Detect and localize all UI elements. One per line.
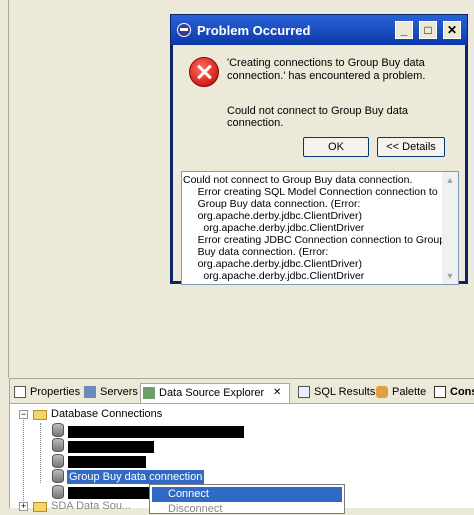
tab-servers[interactable]: Servers [84,383,138,403]
database-icon [52,469,64,483]
redacted-connection[interactable] [68,456,146,468]
scroll-up-icon[interactable]: ▲ [442,172,458,188]
eclipse-icon [177,23,191,37]
console-icon [434,386,446,398]
details-textarea[interactable]: Could not connect to Group Buy data conn… [181,171,459,285]
folder-icon [33,502,47,512]
tab-label: SQL Results [314,386,376,398]
redacted-connection[interactable] [68,441,154,453]
database-icon [52,438,64,452]
tab-palette[interactable]: Palette [376,383,430,403]
dialog-body: 'Creating connections to Group Buy data … [173,45,465,285]
scroll-down-icon[interactable]: ▼ [442,268,458,284]
tab-label: Servers [100,386,138,398]
close-tab-icon[interactable]: ✕ [273,384,281,402]
tab-console[interactable]: Cons [434,383,474,403]
palette-icon [376,386,388,398]
tree-item-group-buy[interactable]: Group Buy data connection [67,470,205,484]
tab-data-source-explorer[interactable]: Data Source Explorer ✕ [140,383,290,403]
tab-label: Cons [450,386,474,398]
servers-icon [84,386,96,398]
problem-dialog: Problem Occurred _ □ ✕ 'Creating connect… [170,14,468,285]
ok-button[interactable]: OK [303,137,369,157]
data-source-icon [143,387,155,399]
dialog-title: Problem Occurred [197,23,311,38]
dialog-title-bar[interactable]: Problem Occurred _ □ ✕ [171,15,467,45]
sql-results-icon [298,386,310,398]
tab-label: Data Source Explorer [159,387,265,399]
close-button[interactable]: ✕ [443,21,461,39]
details-scrollbar[interactable]: ▲ ▼ [442,172,458,284]
menu-item-disconnect[interactable]: Disconnect [168,503,222,515]
details-button[interactable]: << Details [377,137,445,157]
database-icon [52,423,64,437]
view-tab-bar: Properties Servers Data Source Explorer … [10,379,474,404]
tab-label: Properties [30,386,81,398]
tree-item-sda[interactable]: SDA Data Sou... [51,500,131,512]
tab-properties[interactable]: Properties [14,383,80,403]
expand-icon[interactable]: + [19,502,28,511]
folder-icon [33,410,47,420]
maximize-button[interactable]: □ [419,21,437,39]
collapse-icon[interactable]: − [19,410,28,419]
error-icon [189,57,219,87]
minimize-button[interactable]: _ [395,21,413,39]
redacted-connection[interactable] [68,426,244,438]
details-text: Could not connect to Group Buy data conn… [183,174,446,282]
tab-sql-results[interactable]: SQL Results [298,383,376,403]
tree-line [40,423,41,483]
redacted-connection[interactable] [68,487,150,499]
database-icon [52,485,64,499]
database-icon [52,454,64,468]
context-menu: Connect Disconnect [149,484,345,515]
properties-icon [14,386,26,398]
menu-item-connect[interactable]: Connect [152,487,342,502]
tree-item-database-connections[interactable]: Database Connections [51,408,162,420]
error-message: 'Creating connections to Group Buy data … [227,57,426,82]
tab-label: Palette [392,386,427,398]
tree-line [23,415,24,507]
error-submessage: Could not connect to Group Buy data conn… [227,105,409,129]
